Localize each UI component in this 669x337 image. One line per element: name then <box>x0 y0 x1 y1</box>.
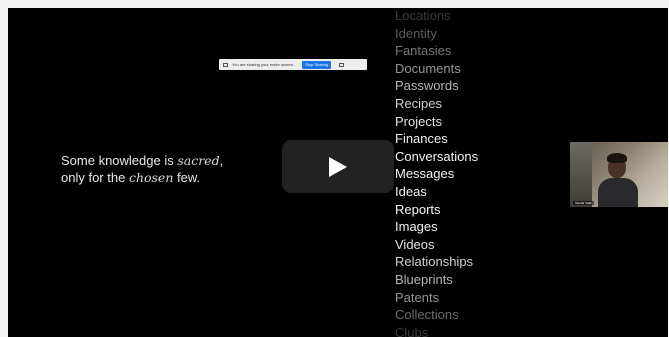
word-list-item: Relationships <box>395 254 474 270</box>
screen-share-icon <box>223 62 228 67</box>
word-list-item: Locations <box>395 8 451 23</box>
quote-line-2-prefix: only for the <box>61 170 129 185</box>
word-list-item: Reports <box>395 201 441 217</box>
presenter-body <box>598 178 638 207</box>
quote-line-2: only for the chosen few. <box>61 169 223 186</box>
word-list-item: Recipes <box>395 95 442 111</box>
word-list-item: Patents <box>395 289 440 305</box>
hide-bar-icon[interactable] <box>339 62 345 67</box>
quote-emphasis-sacred: sacred <box>177 153 220 168</box>
quote-emphasis-chosen: chosen <box>128 170 174 185</box>
screen-share-bar: You are sharing your entire screen. Stop… <box>219 59 367 70</box>
presenter-hair <box>607 153 627 163</box>
word-list-item: Videos <box>395 236 435 252</box>
word-list-item: Images <box>395 219 438 235</box>
word-list-item: Collections <box>395 307 459 323</box>
word-list-item: Messages <box>395 166 455 182</box>
play-button[interactable] <box>282 140 394 193</box>
quote-line-2-suffix: few. <box>173 170 201 185</box>
word-list-item: Finances <box>395 131 448 147</box>
word-list-item: Documents <box>395 60 461 76</box>
stop-sharing-button[interactable]: Stop Sharing <box>302 60 332 69</box>
share-message: You are sharing your entire screen. <box>232 62 295 67</box>
quote-text: Some knowledge is sacred, only for the c… <box>61 152 223 186</box>
word-list-item: Ideas <box>395 183 427 199</box>
word-list-item: Fantasies <box>395 43 452 59</box>
quote-line-1-prefix: Some knowledge is <box>61 153 178 168</box>
word-list-item: Clubs <box>395 324 429 337</box>
quote-line-1: Some knowledge is sacred, <box>61 152 223 169</box>
video-player[interactable]: You are sharing your entire screen. Stop… <box>0 0 669 337</box>
quote-line-1-suffix: , <box>219 153 224 168</box>
word-list-item: Conversations <box>395 148 479 164</box>
webcam-overlay: Vendar Valik <box>570 142 668 207</box>
webcam-name-tag: Vendar Valik <box>573 201 594 205</box>
scrolling-word-list: Locations Identity Fantasies Documents Passw… <box>395 8 478 337</box>
word-list-item: Identity <box>395 25 437 41</box>
word-list-item: Passwords <box>395 78 459 94</box>
word-list-item: Projects <box>395 113 442 129</box>
play-icon <box>329 156 347 177</box>
webcam-background <box>570 142 592 207</box>
word-list-item: Blueprints <box>395 271 453 287</box>
